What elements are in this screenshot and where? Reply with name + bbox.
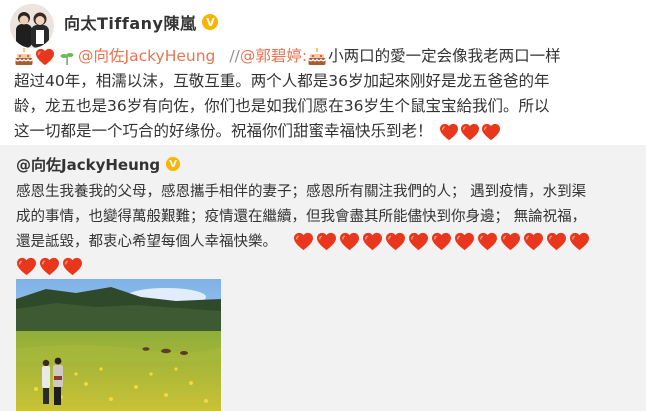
verified-badge-icon: V — [166, 157, 181, 171]
repost-author-name[interactable]: @向佐JackyHeung — [16, 154, 160, 175]
heart-icon — [431, 232, 452, 251]
heart-icon — [62, 257, 83, 276]
heart-icon — [293, 232, 314, 251]
heart-emoji-row — [293, 232, 592, 251]
heart-icon — [481, 123, 501, 141]
repost-separator: // — [229, 47, 240, 65]
heart-icon — [569, 232, 590, 251]
heart-icon — [477, 232, 498, 251]
post-author[interactable]: 向太Tiffany陳嵐 V — [64, 10, 219, 34]
heart-icon — [500, 232, 521, 251]
post-text-line-2: 超过40年，相濡以沫，互敬互重。两个人都是36岁加起來刚好是龙五爸爸的年 — [14, 72, 550, 90]
repost-text-line-3: 還是詆毀，都衷心希望每個人幸福快樂。 — [16, 233, 277, 250]
post-text-line-1: 小两口的愛一定会像我老两口一样 — [328, 47, 561, 65]
couple-in-meadow-photo-icon — [16, 279, 221, 411]
heart-icon — [460, 123, 480, 141]
verified-badge-icon: V — [202, 14, 219, 30]
repost-box[interactable]: @向佐JackyHeung V 感恩生我養我的父母，感恩攜手相伴的妻子；感恩所有… — [0, 145, 646, 411]
repost-text-line-2: 成的事情，也變得萬般艱難；疫情還在繼續，但我會盡其所能儘快到你身邊； 無論祝福， — [16, 208, 587, 225]
avatar-photo-icon — [10, 4, 54, 48]
post-text: @向佐JackyHeung // @郭碧婷 : 小两口的愛一定会像我老两口一样 … — [14, 44, 636, 144]
repost-photo[interactable] — [16, 279, 221, 411]
heart-icon — [439, 123, 459, 141]
repost-author[interactable]: @向佐JackyHeung V — [16, 153, 181, 175]
cake-icon — [307, 47, 327, 67]
post-text-line-3: 龄，龙五也是36岁有向佐，你们也是如我们愿在36岁生个鼠宝宝給我们。所以 — [14, 97, 550, 115]
repost-text-line-1: 感恩生我養我的父母，感恩攜手相伴的妻子；感恩所有關注我們的人； 遇到疫情，水到渠 — [16, 183, 587, 200]
heart-icon — [362, 232, 383, 251]
heart-icon — [454, 232, 475, 251]
heart-icon — [16, 257, 37, 276]
repost-text: 感恩生我養我的父母，感恩攜手相伴的妻子；感恩所有關注我們的人； 遇到疫情，水到渠… — [16, 179, 632, 279]
heart-icon — [39, 257, 60, 276]
heart-icon — [35, 48, 55, 66]
post-text-line-4: 这一切都是一个巧合的好缘份。祝福你们甜蜜幸福快乐到老！ — [14, 122, 433, 140]
sprout-icon — [60, 52, 74, 65]
heart-icon — [339, 232, 360, 251]
avatar[interactable] — [10, 4, 54, 48]
mention-kuo[interactable]: @郭碧婷 — [240, 44, 302, 69]
heart-icon — [546, 232, 567, 251]
cake-icon — [14, 47, 34, 67]
heart-icon — [385, 232, 406, 251]
heart-icon — [408, 232, 429, 251]
mention-jacky[interactable]: @向佐JackyHeung — [78, 44, 215, 69]
author-name[interactable]: 向太Tiffany陳嵐 — [64, 10, 196, 34]
heart-icon — [523, 232, 544, 251]
heart-icon — [316, 232, 337, 251]
